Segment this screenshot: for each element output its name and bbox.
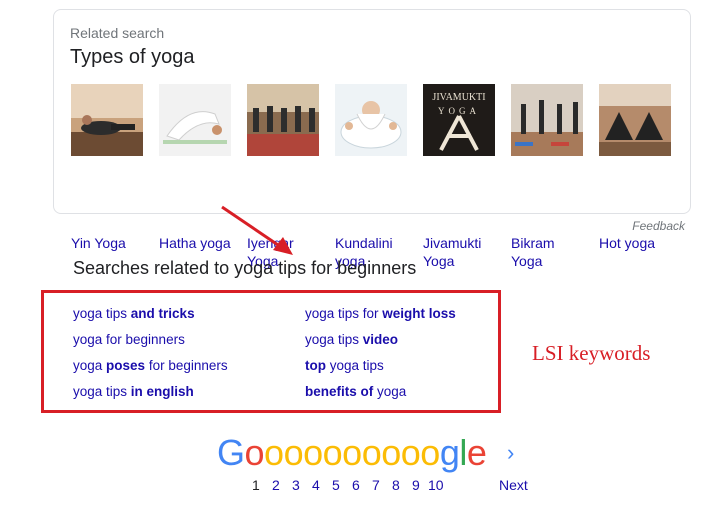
related-link[interactable]: top yoga tips	[305, 358, 384, 373]
page-link[interactable]: 10	[428, 477, 444, 493]
svg-text:YOGA: YOGA	[438, 106, 480, 116]
related-link[interactable]: yoga tips in english	[73, 384, 194, 399]
related-link[interactable]: yoga tips for weight loss	[305, 306, 456, 321]
thumbnail-yin-yoga[interactable]	[71, 84, 143, 156]
related-search-card: Related search Types of yoga JIVAMUKTI Y…	[53, 9, 691, 269]
related-link[interactable]: yoga tips video	[305, 332, 398, 347]
next-page-link[interactable]: Next	[499, 477, 528, 493]
thumbnail-bikram-yoga[interactable]	[511, 84, 583, 156]
page-link[interactable]: 7	[372, 477, 380, 493]
page-link[interactable]: 6	[352, 477, 360, 493]
type-label-hatha-yoga[interactable]: Hatha yoga	[159, 234, 245, 252]
page-1-current: 1	[252, 477, 260, 493]
thumbnail-iyengar-yoga[interactable]	[247, 84, 319, 156]
related-link[interactable]: yoga tips and tricks	[73, 306, 195, 321]
chevron-right-icon[interactable]: ›	[507, 440, 514, 466]
thumbnail-hot-yoga[interactable]	[599, 84, 671, 156]
card-title: Types of yoga	[70, 46, 195, 68]
related-searches-title: Searches related to yoga tips for beginn…	[73, 258, 417, 278]
page-link[interactable]: 5	[332, 477, 340, 493]
thumbnail-kundalini-yoga[interactable]	[335, 84, 407, 156]
page-link[interactable]: 9	[412, 477, 420, 493]
related-link[interactable]: yoga for beginners	[73, 332, 185, 347]
type-label-bikram-yoga[interactable]: Bikram Yoga	[511, 234, 597, 270]
google-pagination-logo: Goooooooooogle	[217, 432, 487, 473]
type-label-jivamukti-yoga[interactable]: Jivamukti Yoga	[423, 234, 509, 270]
page-link[interactable]: 4	[312, 477, 320, 493]
type-label-hot-yoga[interactable]: Hot yoga	[599, 234, 685, 252]
thumbnail-jivamukti-yoga[interactable]: JIVAMUKTI YOGA	[423, 84, 495, 156]
feedback-link[interactable]: Feedback	[632, 219, 685, 233]
page-link[interactable]: 8	[392, 477, 400, 493]
svg-text:JIVAMUKTI: JIVAMUKTI	[432, 92, 485, 103]
lsi-keywords-annotation: LSI keywords	[532, 341, 651, 365]
page-link[interactable]: 2	[272, 477, 280, 493]
page-link[interactable]: 3	[292, 477, 300, 493]
related-link[interactable]: benefits of yoga	[305, 384, 406, 399]
card-subtitle: Related search	[70, 25, 165, 41]
related-link[interactable]: yoga poses for beginners	[73, 358, 228, 373]
type-label-yin-yoga[interactable]: Yin Yoga	[71, 234, 157, 252]
thumbnail-hatha-yoga[interactable]	[159, 84, 231, 156]
